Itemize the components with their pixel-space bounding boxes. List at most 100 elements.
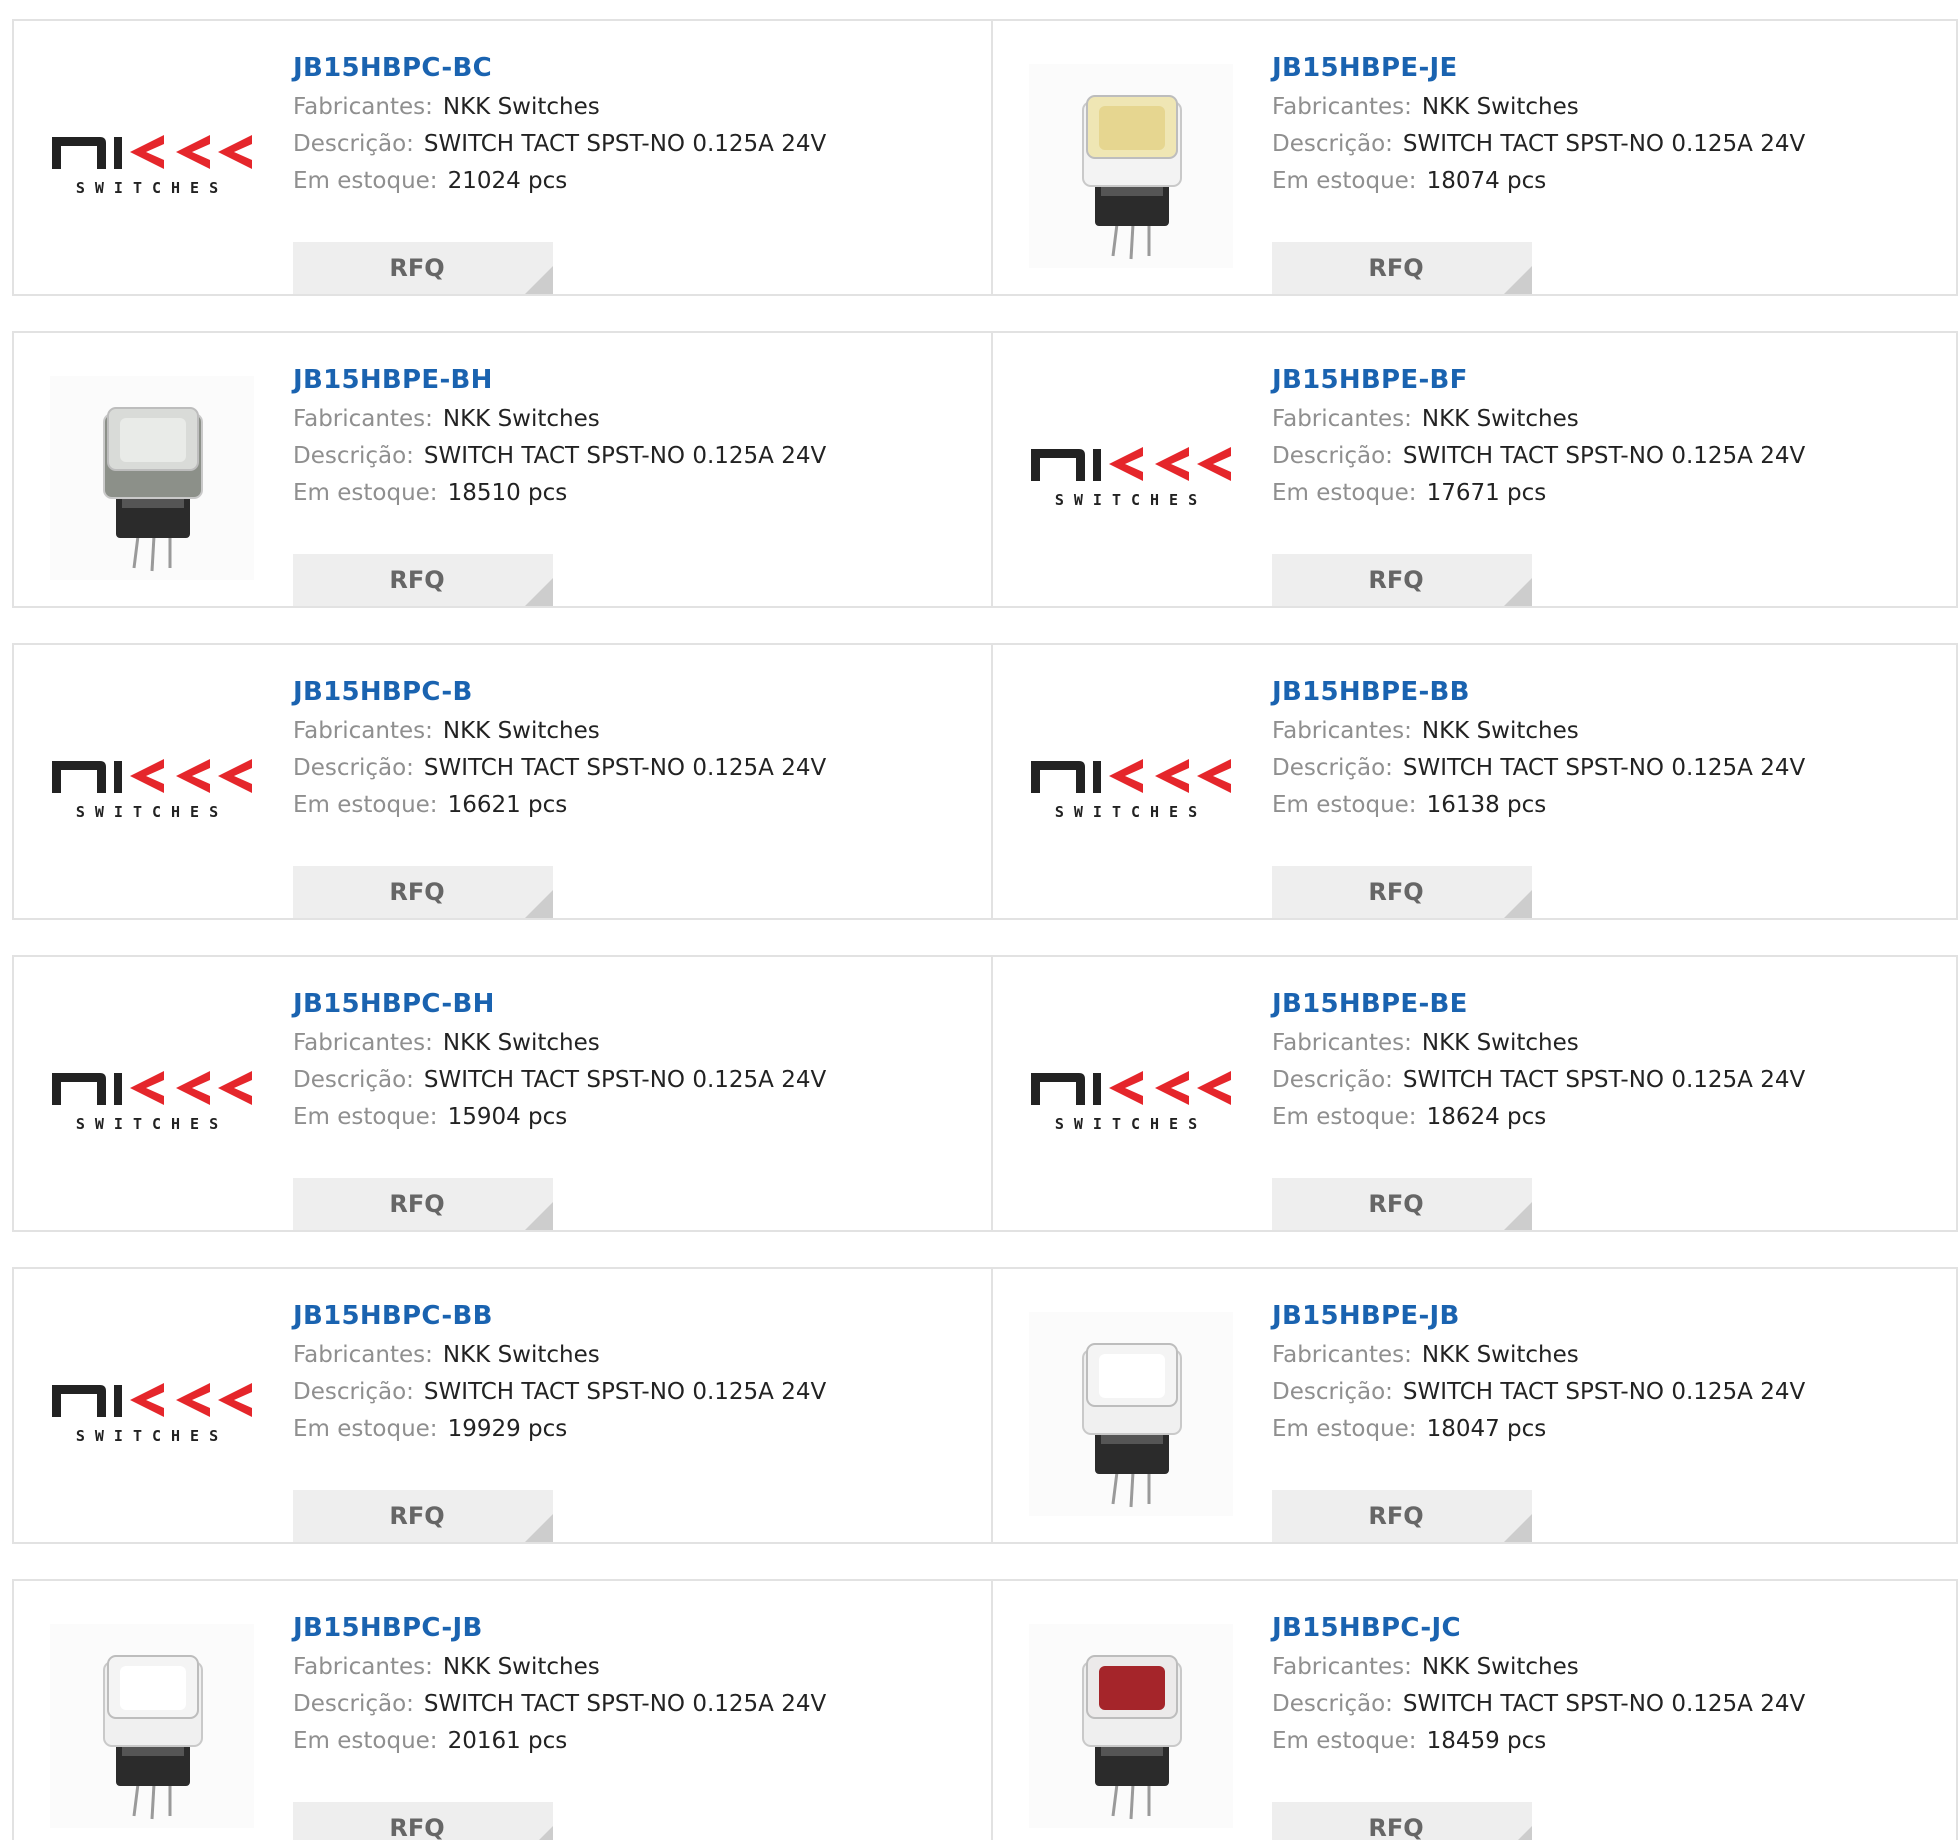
product-row: SWITCHES JB15HBPC-BC Fabricantes: NKK Swi… — [12, 19, 1958, 296]
description-value: SWITCH TACT SPST-NO 0.125A 24V — [1402, 131, 1806, 157]
manufacturer-label: Fabricantes: — [293, 1654, 433, 1680]
product-image[interactable]: SWITCHES — [1029, 1000, 1233, 1204]
rfq-button[interactable]: RFQ — [293, 1490, 553, 1542]
part-number-link[interactable]: JB15HBPC-JC — [1272, 1611, 1946, 1649]
product-image[interactable] — [1029, 1312, 1233, 1516]
rfq-button[interactable]: RFQ — [1272, 1178, 1532, 1230]
logo-subtext: SWITCHES — [76, 1115, 228, 1133]
description-label: Descrição: — [293, 443, 414, 469]
stock-line: Em estoque: 17671 pcs — [1272, 475, 1946, 512]
manufacturer-line: Fabricantes: NKK Switches — [1272, 1025, 1946, 1062]
part-number-link[interactable]: JB15HBPE-BB — [1272, 675, 1946, 713]
part-number-link[interactable]: JB15HBPC-BC — [293, 51, 981, 89]
manufacturer-label: Fabricantes: — [1272, 406, 1412, 432]
switch-red-icon — [1029, 1624, 1233, 1828]
stock-label: Em estoque: — [1272, 480, 1417, 506]
product-image[interactable]: SWITCHES — [50, 1000, 254, 1204]
product-image[interactable] — [50, 1624, 254, 1828]
product-image[interactable] — [1029, 64, 1233, 268]
part-number-link[interactable]: JB15HBPE-BH — [293, 363, 981, 401]
product-card: JB15HBPC-JC Fabricantes: NKK Switches Des… — [991, 1579, 1958, 1840]
rfq-label: RFQ — [1368, 1502, 1424, 1530]
corner-triangle-icon — [1504, 1826, 1532, 1840]
rfq-button[interactable]: RFQ — [293, 242, 553, 294]
corner-triangle-icon — [525, 1202, 553, 1230]
description-value: SWITCH TACT SPST-NO 0.125A 24V — [1402, 1379, 1806, 1405]
part-number-link[interactable]: JB15HBPC-B — [293, 675, 981, 713]
part-number-link[interactable]: JB15HBPC-JB — [293, 1611, 981, 1649]
product-info: JB15HBPC-B Fabricantes: NKK Switches Desc… — [293, 675, 981, 918]
rfq-label: RFQ — [389, 878, 445, 906]
product-card: SWITCHES JB15HBPC-B Fabricantes: NKK Swit… — [12, 643, 991, 920]
rfq-button[interactable]: RFQ — [1272, 242, 1532, 294]
rfq-label: RFQ — [1368, 878, 1424, 906]
stock-line: Em estoque: 18047 pcs — [1272, 1411, 1946, 1448]
description-label: Descrição: — [1272, 1067, 1393, 1093]
description-line: Descrição: SWITCH TACT SPST-NO 0.125A 24V — [1272, 750, 1946, 787]
rfq-button[interactable]: RFQ — [293, 1802, 553, 1840]
part-number-link[interactable]: JB15HBPE-BE — [1272, 987, 1946, 1025]
product-info: JB15HBPE-BF Fabricantes: NKK Switches Des… — [1272, 363, 1946, 606]
description-line: Descrição: SWITCH TACT SPST-NO 0.125A 24V — [1272, 1686, 1946, 1723]
rfq-button[interactable]: RFQ — [293, 866, 553, 918]
manufacturer-value: NKK Switches — [442, 94, 600, 120]
rfq-button[interactable]: RFQ — [1272, 554, 1532, 606]
manufacturer-value: NKK Switches — [442, 1654, 600, 1680]
manufacturer-line: Fabricantes: NKK Switches — [293, 1649, 981, 1686]
product-card: SWITCHES JB15HBPC-BB Fabricantes: NKK Swi… — [12, 1267, 991, 1544]
logo-subtext: SWITCHES — [1055, 1115, 1207, 1133]
manufacturer-line: Fabricantes: NKK Switches — [1272, 1337, 1946, 1374]
manufacturer-value: NKK Switches — [1421, 1342, 1579, 1368]
description-line: Descrição: SWITCH TACT SPST-NO 0.125A 24V — [293, 438, 981, 475]
stock-label: Em estoque: — [1272, 792, 1417, 818]
product-image[interactable] — [50, 376, 254, 580]
nkk-logo-icon: SWITCHES — [1031, 1071, 1231, 1133]
part-number-link[interactable]: JB15HBPC-BH — [293, 987, 981, 1025]
product-image[interactable]: SWITCHES — [50, 688, 254, 892]
stock-line: Em estoque: 16621 pcs — [293, 787, 981, 824]
stock-label: Em estoque: — [1272, 1104, 1417, 1130]
description-label: Descrição: — [1272, 443, 1393, 469]
product-card: SWITCHES JB15HBPC-BC Fabricantes: NKK Swi… — [12, 19, 991, 296]
manufacturer-line: Fabricantes: NKK Switches — [1272, 89, 1946, 126]
description-line: Descrição: SWITCH TACT SPST-NO 0.125A 24V — [293, 750, 981, 787]
manufacturer-label: Fabricantes: — [293, 718, 433, 744]
manufacturer-label: Fabricantes: — [293, 94, 433, 120]
manufacturer-value: NKK Switches — [1421, 94, 1579, 120]
rfq-button[interactable]: RFQ — [1272, 866, 1532, 918]
description-value: SWITCH TACT SPST-NO 0.125A 24V — [423, 1379, 827, 1405]
product-row: SWITCHES JB15HBPC-BB Fabricantes: NKK Swi… — [12, 1267, 1958, 1544]
rfq-button[interactable]: RFQ — [1272, 1802, 1532, 1840]
part-number-link[interactable]: JB15HBPE-BF — [1272, 363, 1946, 401]
nkk-logo-icon: SWITCHES — [52, 1071, 252, 1133]
product-image[interactable]: SWITCHES — [50, 64, 254, 268]
manufacturer-value: NKK Switches — [442, 718, 600, 744]
product-image[interactable]: SWITCHES — [1029, 688, 1233, 892]
corner-triangle-icon — [525, 890, 553, 918]
product-image[interactable]: SWITCHES — [1029, 376, 1233, 580]
part-number-link[interactable]: JB15HBPC-BB — [293, 1299, 981, 1337]
product-image[interactable]: SWITCHES — [50, 1312, 254, 1516]
stock-label: Em estoque: — [1272, 168, 1417, 194]
product-info: JB15HBPE-BH Fabricantes: NKK Switches Des… — [293, 363, 981, 606]
stock-line: Em estoque: 19929 pcs — [293, 1411, 981, 1448]
part-number-link[interactable]: JB15HBPE-JB — [1272, 1299, 1946, 1337]
stock-label: Em estoque: — [293, 480, 438, 506]
logo-subtext: SWITCHES — [76, 803, 228, 821]
manufacturer-line: Fabricantes: NKK Switches — [293, 713, 981, 750]
part-number-link[interactable]: JB15HBPE-JE — [1272, 51, 1946, 89]
rfq-button[interactable]: RFQ — [293, 554, 553, 606]
product-info: JB15HBPE-BE Fabricantes: NKK Switches Des… — [1272, 987, 1946, 1230]
corner-triangle-icon — [525, 1826, 553, 1840]
rfq-button[interactable]: RFQ — [1272, 1490, 1532, 1542]
logo-subtext: SWITCHES — [76, 179, 228, 197]
product-image[interactable] — [1029, 1624, 1233, 1828]
stock-value: 17671 pcs — [1426, 480, 1547, 506]
product-card: SWITCHES JB15HBPE-BB Fabricantes: NKK Swi… — [991, 643, 1958, 920]
manufacturer-line: Fabricantes: NKK Switches — [1272, 713, 1946, 750]
stock-line: Em estoque: 18074 pcs — [1272, 163, 1946, 200]
description-value: SWITCH TACT SPST-NO 0.125A 24V — [1402, 443, 1806, 469]
manufacturer-line: Fabricantes: NKK Switches — [293, 89, 981, 126]
rfq-button[interactable]: RFQ — [293, 1178, 553, 1230]
stock-line: Em estoque: 21024 pcs — [293, 163, 981, 200]
